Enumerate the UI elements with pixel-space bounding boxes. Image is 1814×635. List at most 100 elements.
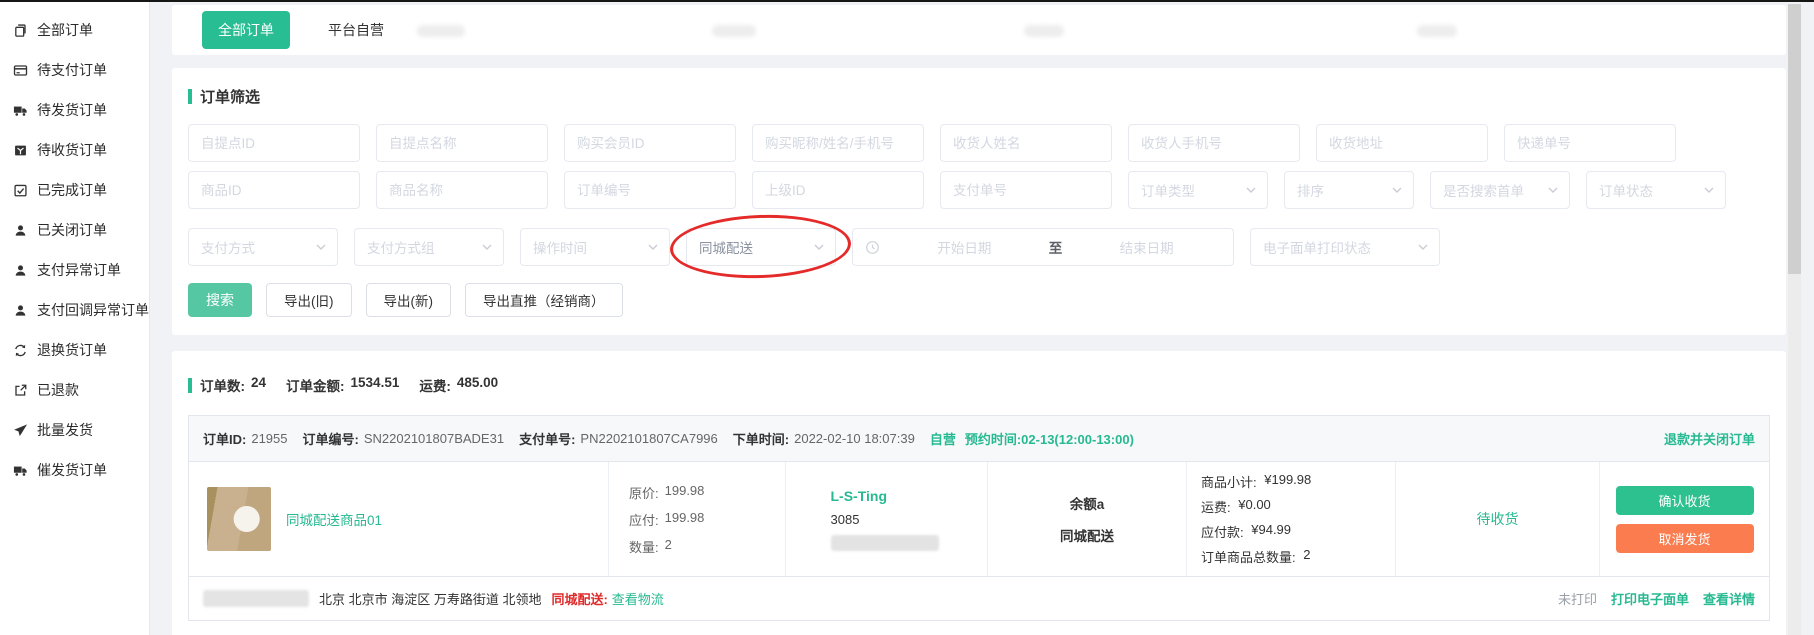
product-name-link[interactable]: 同城配送商品01 <box>286 509 382 529</box>
chevron-down-icon <box>647 243 659 251</box>
delivery-type-value: 同城配送 <box>1060 525 1114 545</box>
sidebar-item-pending-payment[interactable]: 待支付订单 <box>0 50 149 90</box>
sidebar-item-return-exchange[interactable]: 退换货订单 <box>0 330 149 370</box>
operate-time-select[interactable]: 操作时间 <box>520 228 670 266</box>
select-value: 支付方式组 <box>367 237 435 257</box>
buyer-member-id-input[interactable] <box>564 124 736 162</box>
refund-and-close-link[interactable]: 退款并关闭订单 <box>1664 429 1755 448</box>
view-detail-link[interactable]: 查看详情 <box>1703 589 1755 608</box>
pickup-point-name-input[interactable] <box>376 124 548 162</box>
pay-method-select[interactable]: 支付方式 <box>188 228 338 266</box>
export-new-button[interactable]: 导出(新) <box>366 283 452 317</box>
truck-icon <box>13 463 28 478</box>
scrollbar-thumb[interactable] <box>1788 4 1801 274</box>
consignee-name-input[interactable] <box>940 124 1112 162</box>
order-type-select[interactable]: 订单类型 <box>1128 171 1268 209</box>
delivery-type-select[interactable]: 同城配送 <box>686 228 836 266</box>
date-range-picker[interactable]: 开始日期 至 结束日期 <box>852 228 1234 266</box>
delivery-address-input[interactable] <box>1316 124 1488 162</box>
green-bar <box>188 378 192 393</box>
sidebar-item-label: 待支付订单 <box>37 60 107 80</box>
clock-icon <box>865 240 880 255</box>
goods-name-input[interactable] <box>376 171 548 209</box>
order-time-value: 2022-02-10 18:07:39 <box>794 431 915 446</box>
select-value: 订单状态 <box>1599 180 1653 200</box>
cancel-shipment-button[interactable]: 取消发货 <box>1616 524 1754 553</box>
parent-id-input[interactable] <box>752 171 924 209</box>
check-square-icon <box>13 183 28 198</box>
chevron-down-icon <box>481 243 493 251</box>
sidebar-item-payment-callback-abnormal[interactable]: 支付回调异常订单 <box>0 290 149 330</box>
sidebar-item-refunded[interactable]: 已退款 <box>0 370 149 410</box>
totals-column: 商品小计: ¥199.98 运费: ¥0.00 应付款: ¥94.99 订单商品… <box>1187 462 1396 576</box>
sidebar-item-pending-receipt[interactable]: 待收货订单 <box>0 130 149 170</box>
external-link-icon <box>13 383 28 398</box>
sidebar-item-label: 退换货订单 <box>37 340 107 360</box>
total-qty-value: 2 <box>1303 547 1310 566</box>
freight-value: 485.00 <box>457 375 498 395</box>
order-header: 订单ID:21955 订单编号:SN2202101807BADE31 支付单号:… <box>189 416 1769 462</box>
pay-method-group-select[interactable]: 支付方式组 <box>354 228 504 266</box>
chevron-down-icon <box>1417 243 1429 251</box>
order-card: 订单ID:21955 订单编号:SN2202101807BADE31 支付单号:… <box>188 415 1770 621</box>
tracking-number-input[interactable] <box>1504 124 1676 162</box>
sidebar-item-label: 全部订单 <box>37 20 93 40</box>
scrollbar[interactable] <box>1788 4 1801 635</box>
sidebar-item-label: 已退款 <box>37 380 79 400</box>
view-logistics-link[interactable]: 查看物流 <box>612 589 664 608</box>
print-state-text: 未打印 <box>1558 589 1597 608</box>
sidebar-item-label: 支付异常订单 <box>37 260 121 280</box>
buyer-name-link[interactable]: L-S-Ting <box>831 488 943 504</box>
sidebar-item-label: 催发货订单 <box>37 460 107 480</box>
tab-bar: 全部订单 平台自营 <box>172 5 1786 55</box>
pickup-point-id-input[interactable] <box>188 124 360 162</box>
filter-title-text: 订单筛选 <box>200 86 260 107</box>
sidebar-item-label: 支付回调异常订单 <box>37 300 149 320</box>
print-einvoice-link[interactable]: 打印电子面单 <box>1611 589 1689 608</box>
package-icon <box>13 143 28 158</box>
first-order-select[interactable]: 是否搜索首单 <box>1430 171 1570 209</box>
pay-delivery-column: 余额a 同城配送 <box>988 462 1187 576</box>
sidebar-item-batch-shipment[interactable]: 批量发货 <box>0 410 149 450</box>
export-direct-button[interactable]: 导出直推（经销商） <box>465 283 623 317</box>
sort-select[interactable]: 排序 <box>1284 171 1414 209</box>
chevron-down-icon <box>1547 186 1559 194</box>
export-old-button[interactable]: 导出(旧) <box>266 283 352 317</box>
pay-price-value: 199.98 <box>665 510 705 529</box>
user-icon <box>13 223 28 238</box>
order-sn-label: 订单编号: <box>303 429 359 448</box>
order-freight-value: ¥0.00 <box>1238 497 1271 516</box>
order-management-page: 全部订单 待支付订单 待发货订单 待收货订单 已完成订单 已关闭订单 支付异常订… <box>0 0 1814 635</box>
consignee-phone-input[interactable] <box>1128 124 1300 162</box>
einvoice-print-status-select[interactable]: 电子面单打印状态 <box>1250 228 1440 266</box>
order-body: 同城配送商品01 原价:199.98 应付:199.98 数量:2 L-S-Ti… <box>189 462 1769 576</box>
select-value: 操作时间 <box>533 237 587 257</box>
order-status-select[interactable]: 订单状态 <box>1586 171 1726 209</box>
start-date-placeholder: 开始日期 <box>890 237 1039 257</box>
select-value: 支付方式 <box>201 237 255 257</box>
sidebar-item-closed[interactable]: 已关闭订单 <box>0 210 149 250</box>
search-button[interactable]: 搜索 <box>188 283 252 317</box>
sidebar-item-payment-abnormal[interactable]: 支付异常订单 <box>0 250 149 290</box>
buyer-nickname-input[interactable] <box>752 124 924 162</box>
freight-label: 运费: <box>419 375 451 395</box>
tab-platform-self[interactable]: 平台自营 <box>328 20 384 40</box>
goods-id-input[interactable] <box>188 171 360 209</box>
sidebar-item-all-orders[interactable]: 全部订单 <box>0 10 149 50</box>
sidebar-item-pending-shipment[interactable]: 待发货订单 <box>0 90 149 130</box>
confirm-receipt-button[interactable]: 确认收货 <box>1616 486 1754 515</box>
sidebar-item-completed[interactable]: 已完成订单 <box>0 170 149 210</box>
sidebar-item-label: 已关闭订单 <box>37 220 107 240</box>
tab-all-orders[interactable]: 全部订单 <box>202 11 290 49</box>
order-sn-input[interactable] <box>564 171 736 209</box>
chevron-down-icon <box>813 243 825 251</box>
main-content: 全部订单 平台自营 订单筛选 <box>150 2 1814 635</box>
user-icon <box>13 263 28 278</box>
orig-price-value: 199.98 <box>665 483 705 502</box>
redacted-area <box>1024 25 1064 37</box>
pay-sn-input[interactable] <box>940 171 1112 209</box>
credit-card-icon <box>13 63 28 78</box>
refresh-icon <box>13 343 28 358</box>
sidebar-item-urge-shipment[interactable]: 催发货订单 <box>0 450 149 490</box>
select-value: 是否搜索首单 <box>1443 180 1524 200</box>
